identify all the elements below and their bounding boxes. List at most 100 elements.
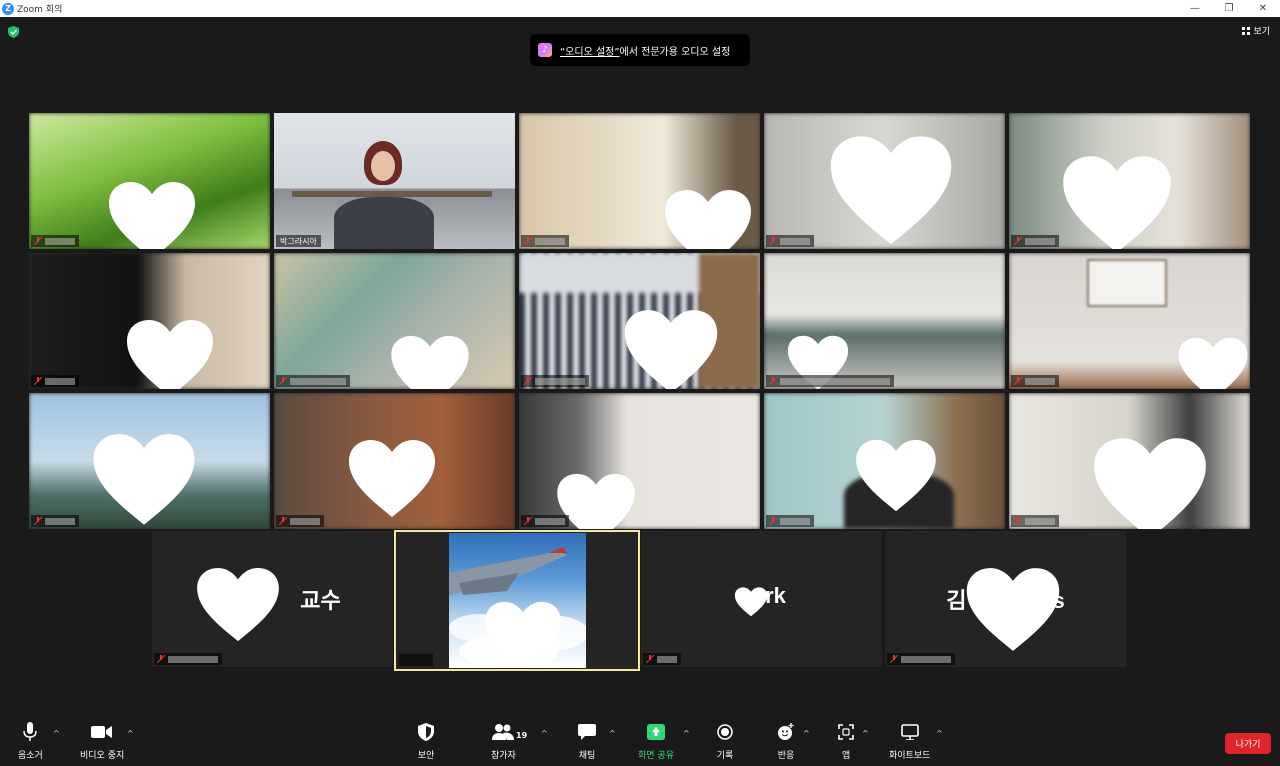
reactions-options-caret[interactable]: ^ [803,729,810,738]
chat-label: 채팅 [578,751,596,761]
participant-video-tile[interactable] [764,253,1005,389]
reactions-label: 반응 [777,751,795,761]
window-title: Zoom 회의 [17,5,63,15]
heart-sticker [483,601,563,668]
mic-muted-icon [1014,237,1022,245]
participant-video-tile[interactable] [1009,393,1250,529]
mic-muted-icon [279,517,287,525]
mic-muted-icon [524,377,532,385]
apps-label: 앱 [841,751,851,761]
mic-muted-icon [1014,377,1022,385]
grid-view-icon [1242,26,1251,35]
participant-name-bar [31,515,79,527]
mute-button[interactable]: 음소거 [18,721,43,761]
share-options-caret[interactable]: ^ [683,729,690,738]
whiteboard-button[interactable]: 화이트보드 [889,721,930,761]
participant-video-tile[interactable] [29,113,270,249]
participant-name-bar [31,235,79,247]
whiteboard-label: 화이트보드 [889,751,931,761]
participant-video-tile[interactable] [29,393,270,529]
stop-video-button[interactable]: 비디오 중지 [80,721,124,761]
participant-video-tile[interactable] [1009,253,1250,389]
smiley-plus-icon [775,721,797,743]
participants-count: 19 [516,731,528,740]
chat-bubble-icon [576,721,598,743]
heart-sticker [125,319,215,389]
participant-name-card[interactable]: 교수 [152,531,393,667]
heart-sticker [1091,437,1209,529]
heart-sticker [852,439,940,513]
apps-icon [835,721,857,743]
participant-video-tile[interactable] [274,253,515,389]
shield-icon [415,721,437,743]
mic-muted-icon [769,517,777,525]
apps-button[interactable]: 앱 [835,721,857,761]
participants-icon [492,721,515,743]
apps-options-caret[interactable]: ^ [862,729,869,738]
participants-button[interactable]: 참가자 [491,721,516,761]
window-title-bar: Z Zoom 회의 — ❐ ✕ [0,0,1280,17]
mic-muted-icon [34,377,42,385]
participant-name-bar [276,375,350,387]
participant-name-bar [766,235,814,247]
participant-name-bar [1011,515,1059,527]
mic-muted-icon [1014,517,1022,525]
heart-sticker [734,587,768,617]
whiteboard-icon [899,721,921,743]
close-window-button[interactable]: ✕ [1246,0,1280,17]
audio-settings-notice[interactable]: ♪ “오디오 설정”에서 전문가용 오디오 설정 [530,34,750,66]
zoom-logo-icon: Z [2,2,14,15]
whiteboard-options-caret[interactable]: ^ [936,729,943,738]
chat-options-caret[interactable]: ^ [609,729,616,738]
participant-video-tile[interactable] [519,393,760,529]
audio-settings-link[interactable]: “오디오 설정” [560,47,620,58]
video-options-caret[interactable]: ^ [127,729,134,738]
heart-sticker [824,135,958,247]
mic-muted-icon [890,655,898,663]
participant-video-tile-host[interactable]: 박그라시아 [274,113,515,249]
reactions-button[interactable]: 반응 [775,721,797,761]
record-icon [714,721,736,743]
minimize-button[interactable]: — [1178,0,1212,17]
share-screen-button[interactable]: 화면 공유 [638,721,674,761]
participants-options-caret[interactable]: ^ [541,729,548,738]
self-view-tile[interactable] [394,530,640,671]
heart-sticker [1175,337,1250,389]
participant-name-bar [766,375,894,387]
video-camera-icon [91,721,113,743]
mic-muted-icon [769,237,777,245]
heart-sticker [1053,155,1181,249]
participant-name-bar [521,515,569,527]
participant-video-tile[interactable] [29,253,270,389]
participant-video-tile[interactable] [519,253,760,389]
record-button[interactable]: 기록 [714,721,736,761]
restore-button[interactable]: ❐ [1212,0,1246,17]
audio-options-caret[interactable]: ^ [53,729,60,738]
heart-sticker [663,189,753,249]
mic-muted-icon [524,517,532,525]
microphone-icon [19,721,41,743]
heart-sticker [107,181,197,249]
mic-muted-icon [646,655,654,663]
participant-name-card[interactable]: rk [641,531,882,667]
leave-meeting-button[interactable]: 나가기 [1225,733,1271,754]
self-name-bar [399,654,433,666]
participant-video-tile[interactable] [764,393,1005,529]
security-button[interactable]: 보안 [415,721,437,761]
heart-sticker [194,567,282,643]
meeting-toolbar: 음소거 ^ 비디오 중지 ^ 보안 참가자 19 ^ 채팅 ^ 화면 공유 ^ [0,715,1280,766]
participant-video-tile[interactable] [274,393,515,529]
view-label: 보기 [1253,27,1270,37]
host-name: 박그라시아 [280,236,317,246]
chat-button[interactable]: 채팅 [576,721,598,761]
participant-video-tile[interactable] [1009,113,1250,249]
participant-name-bar [31,375,79,387]
participant-name-card[interactable]: 김 s [885,531,1126,667]
participant-video-tile[interactable] [764,113,1005,249]
participant-name-bar: 박그라시아 [276,235,321,247]
encryption-shield-icon[interactable] [8,26,19,38]
participant-name-bar [887,653,955,665]
participant-video-tile[interactable] [519,113,760,249]
audio-tip-icon: ♪ [538,43,552,57]
view-button[interactable]: 보기 [1242,24,1270,37]
